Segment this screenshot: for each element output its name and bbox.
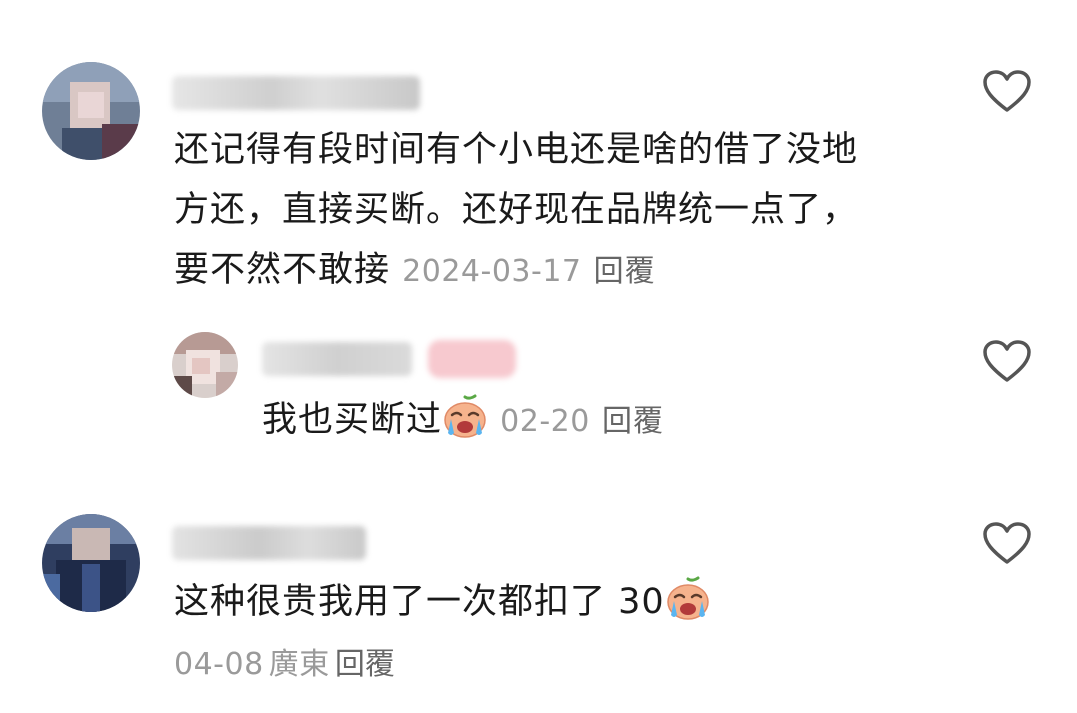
avatar[interactable] (172, 332, 238, 398)
crying-face-emoji-icon (666, 576, 709, 620)
reply-button[interactable]: 回覆 (602, 404, 664, 439)
like-heart-icon[interactable] (983, 70, 1031, 114)
comment-text-line: 要不然不敢接 2024-03-17 回覆 (174, 240, 858, 302)
comment-date: 04-08 (174, 647, 264, 682)
comment-text: 还记得有段时间有个小电还是啥的借了没地 方还，直接买断。还好现在品牌统一点了， … (174, 120, 858, 302)
username-redacted[interactable] (262, 342, 412, 376)
avatar-image (42, 62, 140, 160)
user-badge (428, 340, 516, 378)
avatar[interactable] (42, 62, 140, 160)
like-heart-icon[interactable] (983, 522, 1031, 566)
reply-button[interactable]: 回覆 (335, 647, 395, 682)
comment-text-line-3: 要不然不敢接 (174, 250, 391, 290)
crying-face-emoji-icon (444, 394, 486, 438)
username-redacted[interactable] (172, 76, 420, 110)
avatar-image (42, 514, 140, 612)
comment-text-body: 这种很贵我用了一次都扣了 30 (174, 582, 665, 622)
like-heart-icon[interactable] (983, 340, 1031, 384)
avatar[interactable] (42, 514, 140, 612)
comment-text: 这种很贵我用了一次都扣了 30 (174, 572, 711, 632)
reply-button[interactable]: 回覆 (594, 254, 656, 289)
avatar-image (172, 332, 238, 398)
comment-location: 廣東 (268, 647, 330, 682)
reply-date: 02-20 (500, 404, 590, 439)
reply-text: 我也买断过 02-20 回覆 (262, 390, 664, 452)
comment-text-line: 还记得有段时间有个小电还是啥的借了没地 (174, 130, 859, 170)
username-redacted[interactable] (172, 526, 366, 560)
comment-meta: 04-08 廣東 回覆 (174, 640, 395, 694)
comment-date: 2024-03-17 (402, 254, 582, 289)
reply-text-body: 我也买断过 (262, 400, 443, 440)
comment-text-line: 方还，直接买断。还好现在品牌统一点了， (174, 190, 859, 230)
